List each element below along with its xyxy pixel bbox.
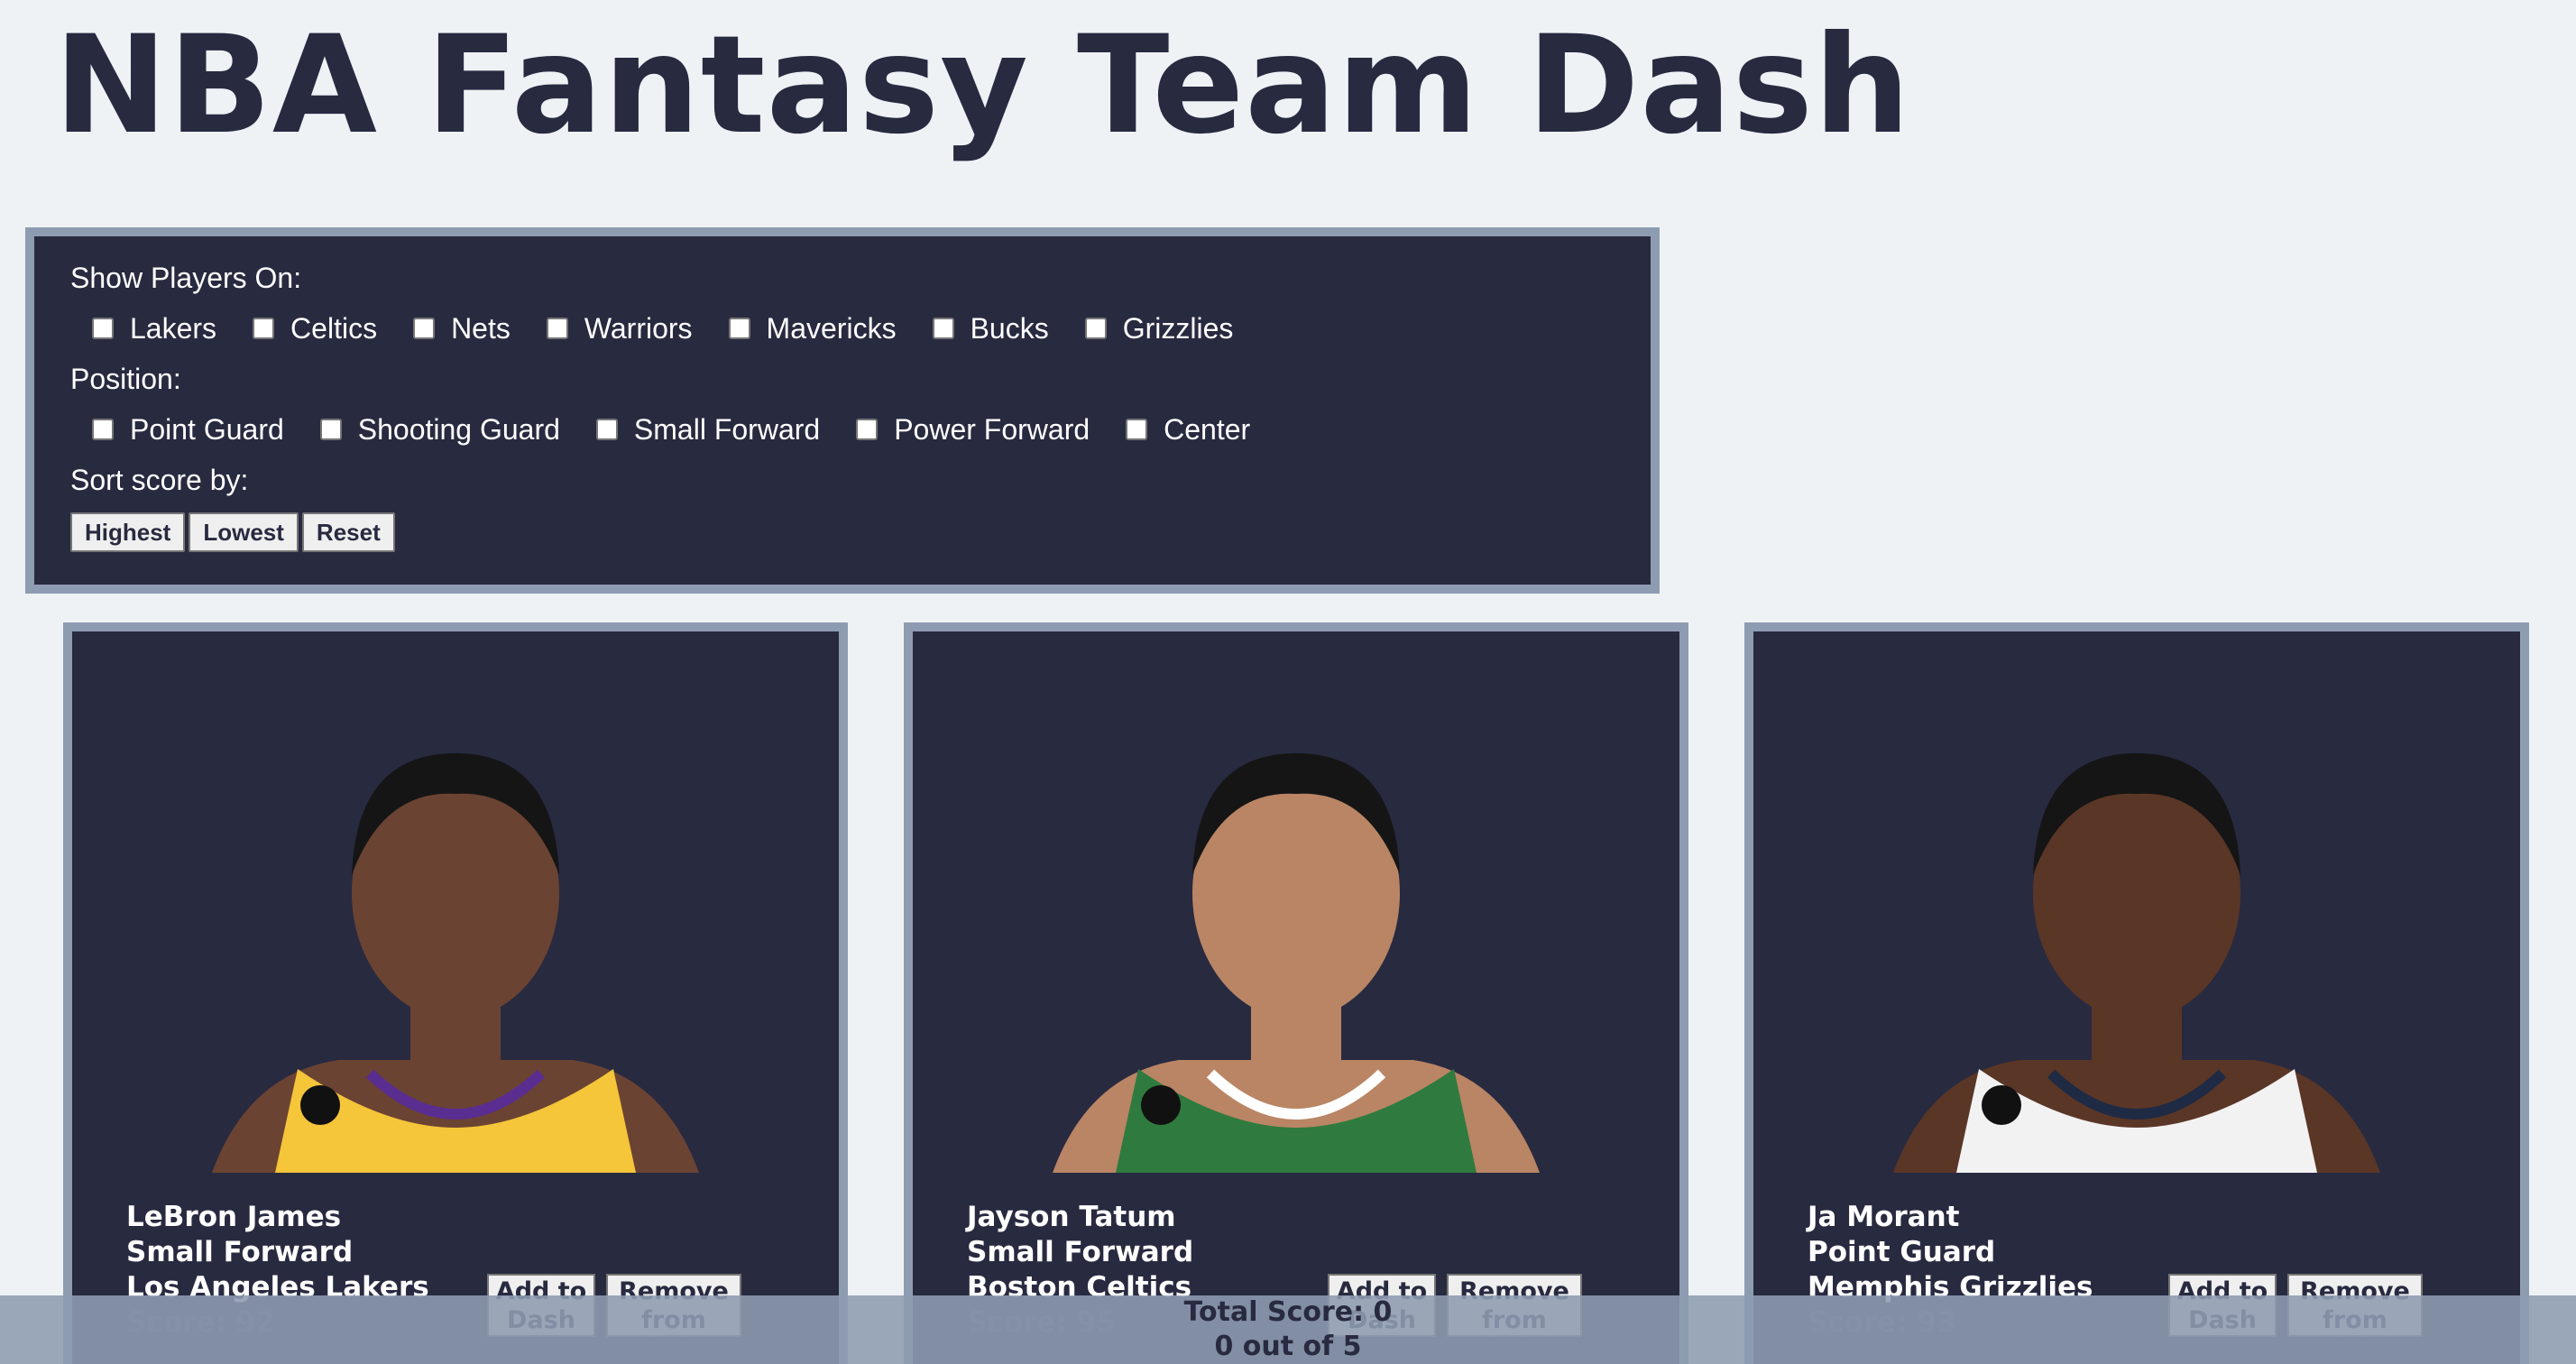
checkbox-team-mavericks[interactable]: Mavericks bbox=[728, 311, 897, 346]
checkbox-label: Celtics bbox=[290, 311, 378, 345]
checkbox-label: Grizzlies bbox=[1122, 311, 1234, 345]
checkbox-label: Center bbox=[1164, 412, 1251, 446]
jersey-patch bbox=[1141, 1085, 1181, 1125]
checkbox-label: Small Forward bbox=[633, 412, 821, 446]
checkbox-box[interactable] bbox=[413, 318, 436, 339]
checkbox-box[interactable] bbox=[92, 419, 114, 440]
filter-panel: Show Players On: Lakers Celtics Nets Warrio… bbox=[25, 227, 1660, 594]
checkbox-position-center[interactable]: Center bbox=[1126, 413, 1250, 447]
checkbox-label: Warriors bbox=[584, 311, 693, 345]
checkbox-label: Nets bbox=[451, 311, 511, 345]
checkbox-box[interactable] bbox=[1084, 318, 1107, 339]
jersey-patch bbox=[300, 1085, 340, 1125]
checkbox-box[interactable] bbox=[728, 318, 750, 339]
page-title: NBA Fantasy Team Dash bbox=[54, 7, 1911, 164]
total-score-text: Total Score: 0 bbox=[1183, 1296, 1393, 1328]
checkbox-label: Bucks bbox=[970, 311, 1049, 345]
checkbox-box[interactable] bbox=[932, 318, 954, 339]
player-photo bbox=[1893, 753, 2380, 1173]
player-name: Jayson Tatum bbox=[967, 1201, 1176, 1233]
sort-label: Sort score by: bbox=[70, 464, 249, 496]
total-score-bar: Total Score: 0 0 out of 5 bbox=[0, 1295, 2576, 1364]
checkbox-box[interactable] bbox=[319, 419, 342, 440]
checkbox-team-nets[interactable]: Nets bbox=[413, 312, 511, 346]
checkbox-team-lakers[interactable]: Lakers bbox=[92, 312, 216, 346]
player-card: Ja MorantPoint GuardMemphis GrizzliesSco… bbox=[1744, 622, 2529, 1364]
checkbox-box[interactable] bbox=[253, 318, 275, 339]
checkbox-box[interactable] bbox=[546, 318, 568, 339]
player-position: Point Guard bbox=[1808, 1236, 1996, 1268]
position-filter-row: Point Guard Shooting Guard Small Forward Po… bbox=[70, 411, 1615, 447]
checkbox-team-grizzlies[interactable]: Grizzlies bbox=[1084, 311, 1234, 346]
checkbox-box[interactable] bbox=[1126, 419, 1148, 440]
checkbox-label: Point Guard bbox=[130, 412, 284, 446]
checkbox-label: Shooting Guard bbox=[357, 412, 560, 446]
checkbox-position-small-forward[interactable]: Small Forward bbox=[595, 412, 821, 447]
player-photo bbox=[1053, 753, 1540, 1173]
checkbox-position-shooting-guard[interactable]: Shooting Guard bbox=[319, 412, 560, 447]
checkbox-box[interactable] bbox=[595, 419, 618, 440]
player-position: Small Forward bbox=[126, 1236, 354, 1268]
checkbox-box[interactable] bbox=[856, 419, 879, 440]
checkbox-box[interactable] bbox=[92, 318, 114, 339]
checkbox-label: Power Forward bbox=[894, 412, 1090, 446]
checkbox-team-celtics[interactable]: Celtics bbox=[253, 312, 377, 346]
sort-highest-button[interactable]: Highest bbox=[70, 512, 186, 552]
team-filter-label: Show Players On: bbox=[70, 262, 302, 294]
checkbox-position-power-forward[interactable]: Power Forward bbox=[856, 413, 1090, 447]
position-filter-label: Position: bbox=[70, 363, 181, 395]
player-card: LeBron James Small Forward Los Angeles Lak… bbox=[63, 622, 848, 1364]
jersey-patch bbox=[1982, 1085, 2021, 1125]
checkbox-team-bucks[interactable]: Bucks bbox=[932, 311, 1049, 346]
checkbox-label: Lakers bbox=[130, 311, 217, 345]
player-name: LeBron James bbox=[126, 1201, 342, 1233]
player-card: Jayson TatumSmall ForwardBoston CelticsS… bbox=[904, 622, 1688, 1364]
player-photo bbox=[212, 753, 699, 1173]
sort-button-group: Highest Lowest Reset bbox=[70, 512, 1615, 552]
checkbox-label: Mavericks bbox=[766, 311, 897, 345]
checkbox-team-warriors[interactable]: Warriors bbox=[546, 311, 693, 346]
team-filter-row: Lakers Celtics Nets Warriors Mavericks Bucks G… bbox=[70, 310, 1615, 346]
checkbox-position-point-guard[interactable]: Point Guard bbox=[92, 413, 284, 447]
sort-lowest-button[interactable]: Lowest bbox=[189, 512, 299, 552]
player-name: Ja Morant bbox=[1808, 1201, 1960, 1233]
player-count-text: 0 out of 5 bbox=[1214, 1331, 1362, 1362]
sort-reset-button[interactable]: Reset bbox=[301, 512, 395, 552]
player-position: Small Forward bbox=[967, 1236, 1194, 1268]
